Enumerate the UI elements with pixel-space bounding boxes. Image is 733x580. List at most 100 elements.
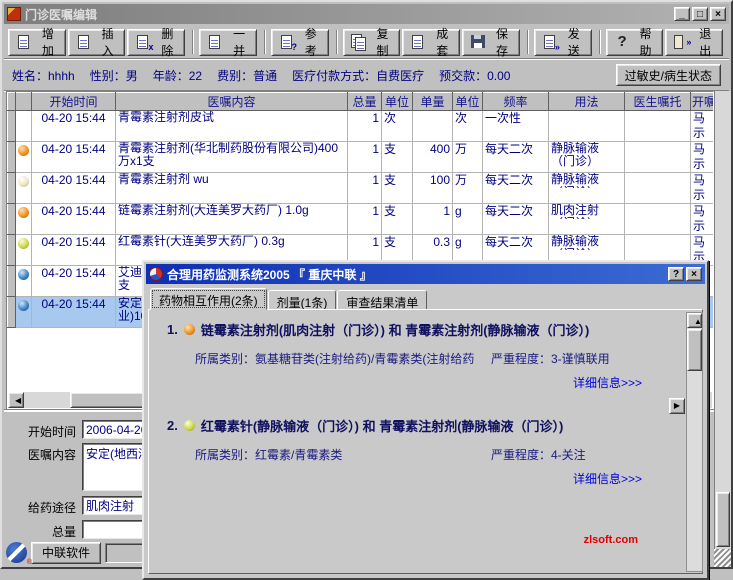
insert-icon bbox=[76, 34, 93, 50]
dialog-tab-strip: 药物相互作用(2条)剂量(1条)审查结果清单 bbox=[150, 288, 681, 310]
detail-info-link[interactable]: 详细信息>>> bbox=[573, 470, 642, 487]
main-window: 门诊医嘱编辑 _ □ × 增加插入x删除一并?参考复制成套保存»发送?帮助»退出… bbox=[0, 0, 733, 569]
cell-start-time: 04-20 15:44 bbox=[32, 142, 116, 173]
table-row[interactable]: 04-20 15:44链霉素注射剂(大连美罗大药厂) 1.0g1支1g每天二次肌… bbox=[8, 204, 714, 235]
help-icon: ? bbox=[614, 34, 631, 50]
scroll-up-arrow-icon[interactable]: ▲ bbox=[687, 313, 702, 328]
cell-order-content: 链霉素注射剂(大连美罗大药厂) 1.0g bbox=[116, 204, 348, 235]
form-label-3: 总量 bbox=[4, 520, 76, 540]
cell-doctor-note bbox=[625, 111, 691, 142]
row-header-cell bbox=[8, 235, 16, 266]
dialog-title: 合理用药监测系统2005 『 重庆中联 』 bbox=[167, 266, 666, 283]
merge-icon bbox=[207, 34, 224, 50]
toolbar-button-label: 一并 bbox=[229, 25, 249, 59]
cell-status bbox=[16, 111, 32, 142]
cell-prescriber: 马示 bbox=[691, 173, 714, 204]
dialog-help-button[interactable]: ? bbox=[668, 267, 684, 281]
patient-field-2: 年龄：22 bbox=[153, 67, 202, 84]
form-label-1: 医嘱内容 bbox=[4, 443, 76, 463]
cell-dose: 400 bbox=[413, 142, 453, 173]
exit-icon: » bbox=[673, 34, 690, 50]
status-sphere-icon bbox=[18, 238, 29, 249]
patient-field-1: 性别：男 bbox=[90, 67, 138, 84]
cell-usage: 静脉输液（门诊） bbox=[549, 142, 625, 173]
item-category: 所属类别：氨基糖苷类(注射给药)/青霉素类(注射给药 bbox=[195, 350, 487, 367]
cell-dose bbox=[413, 111, 453, 142]
table-header-开始时间: 开始时间 bbox=[32, 93, 116, 111]
item-severity: 严重程度：4-关注 bbox=[491, 446, 586, 463]
toolbar-button-label: 插入 bbox=[98, 25, 118, 59]
scroll-left-arrow-icon[interactable]: ◀ bbox=[8, 392, 24, 408]
table-header-blank-0 bbox=[8, 93, 16, 111]
table-header-医嘱内容: 医嘱内容 bbox=[116, 93, 348, 111]
form-label-0: 开始时间 bbox=[4, 420, 76, 440]
toolbar-separator bbox=[264, 30, 266, 54]
tab-0[interactable]: 药物相互作用(2条) bbox=[150, 288, 267, 310]
toolbar-button-exit[interactable]: »退出 bbox=[665, 29, 723, 56]
item-number: 1. bbox=[167, 322, 178, 337]
cell-order-content: 青霉素注射剂皮试 bbox=[116, 111, 348, 142]
delete-icon: x bbox=[135, 34, 152, 50]
detail-info-link[interactable]: 详细信息>>> bbox=[573, 374, 642, 391]
table-header-blank-1 bbox=[16, 93, 32, 111]
minimize-button[interactable]: _ bbox=[674, 7, 690, 21]
cell-doctor-note bbox=[625, 142, 691, 173]
table-row[interactable]: 04-20 15:44青霉素注射剂(华北制药股份有限公司)400万x1支1支40… bbox=[8, 142, 714, 173]
dialog-close-button[interactable]: × bbox=[686, 267, 702, 281]
tab-1[interactable]: 剂量(1条) bbox=[268, 290, 337, 310]
dialog-vertical-scrollbar[interactable]: ▲ bbox=[686, 312, 703, 572]
status-sphere-icon bbox=[18, 207, 29, 218]
toolbar-button-ref[interactable]: ?参考 bbox=[271, 29, 329, 56]
patient-field-0: 姓名：hhhh bbox=[12, 67, 75, 84]
allergy-history-button[interactable]: 过敏史/病生状态 bbox=[616, 64, 721, 86]
toolbar-button-label: 参考 bbox=[301, 25, 321, 59]
table-row[interactable]: 04-20 15:44青霉素注射剂 wu1支100万每天二次静脉输液（门诊）马示 bbox=[8, 173, 714, 204]
cell-status bbox=[16, 297, 32, 328]
cell-frequency: 每天二次 bbox=[483, 204, 549, 235]
toolbar-button-insert[interactable]: 插入 bbox=[68, 29, 126, 56]
cell-total-qty: 1 bbox=[348, 204, 382, 235]
dialog-scroll-thumb[interactable] bbox=[687, 329, 702, 371]
dialog-titlebar: 合理用药监测系统2005 『 重庆中联 』 ? × bbox=[146, 264, 705, 284]
toolbar-button-save[interactable]: 保存 bbox=[462, 29, 520, 56]
toolbar-button-label: 成套 bbox=[432, 25, 452, 59]
toolbar-button-send[interactable]: »发送 bbox=[534, 29, 592, 56]
cell-unit: 支 bbox=[382, 142, 413, 173]
resize-grip[interactable] bbox=[714, 549, 731, 567]
table-row[interactable]: 04-20 15:44青霉素注射剂皮试1次次一次性马示 bbox=[8, 111, 714, 142]
toolbar-separator bbox=[336, 30, 338, 54]
window-vertical-scrollbar[interactable] bbox=[714, 91, 731, 549]
toolbar-button-label: 退出 bbox=[695, 25, 715, 59]
toolbar-button-merge[interactable]: 一并 bbox=[199, 29, 257, 56]
table-header-单位: 单位 bbox=[382, 93, 413, 111]
row-header-cell bbox=[8, 297, 16, 328]
cell-unit: 支 bbox=[382, 173, 413, 204]
vertical-scroll-thumb[interactable] bbox=[716, 492, 730, 547]
toolbar-button-label: 增加 bbox=[38, 25, 58, 59]
cell-dose: 100 bbox=[413, 173, 453, 204]
form-label-2: 给药途径 bbox=[4, 496, 76, 516]
toolbar-button-help[interactable]: ?帮助 bbox=[606, 29, 664, 56]
cell-status bbox=[16, 266, 32, 297]
table-header-总量: 总量 bbox=[348, 93, 382, 111]
window-icon bbox=[7, 7, 21, 21]
toolbar-button-set[interactable]: 成套 bbox=[402, 29, 460, 56]
toolbar-button-copy[interactable]: 复制 bbox=[343, 29, 401, 56]
cell-usage: 肌肉注射（门诊） bbox=[549, 204, 625, 235]
cell-usage: 静脉输液（门诊） bbox=[549, 173, 625, 204]
drug-monitor-dialog: 合理用药监测系统2005 『 重庆中联 』 ? × 药物相互作用(2条)剂量(1… bbox=[142, 260, 709, 580]
toolbar-button-add[interactable]: 增加 bbox=[8, 29, 66, 56]
dialog-tab-page: zlsoft.com 1.链霉素注射剂(肌肉注射（门诊）) 和 青霉素注射剂(静… bbox=[148, 309, 703, 574]
toolbar-button-delete[interactable]: x删除 bbox=[127, 29, 185, 56]
maximize-button[interactable]: □ bbox=[692, 7, 708, 21]
interaction-item-title: 2.红霉素针(静脉输液（门诊）) 和 青霉素注射剂(静脉输液（门诊）) bbox=[167, 416, 662, 435]
close-button[interactable]: × bbox=[710, 7, 726, 21]
cell-start-time: 04-20 15:44 bbox=[32, 235, 116, 266]
cell-start-time: 04-20 15:44 bbox=[32, 204, 116, 235]
cell-order-content: 青霉素注射剂 wu bbox=[116, 173, 348, 204]
scroll-right-arrow-icon[interactable]: ▶ bbox=[669, 398, 685, 414]
cell-order-content: 青霉素注射剂(华北制药股份有限公司)400万x1支 bbox=[116, 142, 348, 173]
cell-total-qty: 1 bbox=[348, 142, 382, 173]
tab-2[interactable]: 审查结果清单 bbox=[337, 290, 427, 310]
window-title: 门诊医嘱编辑 bbox=[25, 6, 672, 23]
